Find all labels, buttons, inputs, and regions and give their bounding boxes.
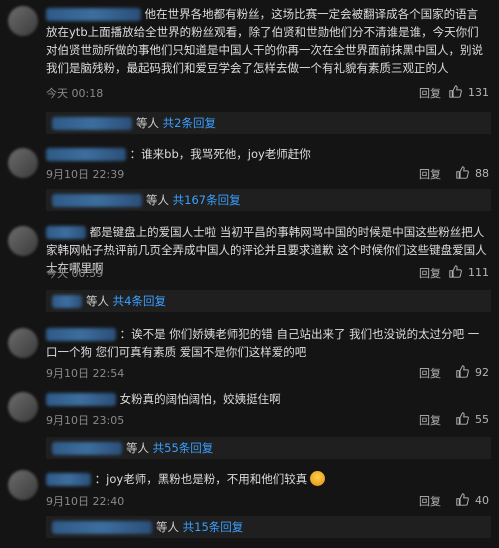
thumb-up-icon <box>456 365 469 378</box>
thumb-up-icon <box>449 85 462 98</box>
sub-reply-users <box>52 117 132 130</box>
like-button[interactable]: 88 <box>456 166 489 180</box>
sub-reply-users <box>52 521 152 534</box>
comment-meta: 今天 00:59 回复 111 <box>46 265 489 281</box>
like-count: 111 <box>468 266 489 279</box>
view-replies-link[interactable]: 共2条回复 <box>163 116 216 130</box>
comment-meta: 9月10日 22:40 回复 40 <box>46 493 489 509</box>
thumb-up-icon <box>456 493 469 506</box>
avatar[interactable] <box>8 392 38 422</box>
like-button[interactable]: 131 <box>449 85 489 99</box>
sub-reply-users <box>52 194 142 207</box>
avatar[interactable] <box>8 470 38 500</box>
thumb-up-icon <box>456 412 469 425</box>
comment-text: ：谁来bb，我骂死他，joy老师赶你 <box>129 147 311 161</box>
reply-button[interactable]: 回复 <box>419 412 441 428</box>
sub-reply-prefix: 等人 <box>146 193 169 207</box>
username[interactable] <box>46 473 91 486</box>
reply-button[interactable]: 回复 <box>419 493 441 509</box>
like-button[interactable]: 111 <box>449 265 489 279</box>
like-button[interactable]: 40 <box>456 493 489 507</box>
timestamp: 9月10日 22:40 <box>46 495 125 508</box>
username[interactable] <box>46 8 141 21</box>
username[interactable] <box>46 393 116 406</box>
sub-replies[interactable]: 等人 共15条回复 <box>46 516 491 538</box>
comment-meta: 9月10日 23:05 回复 55 <box>46 412 489 428</box>
reply-button[interactable]: 回复 <box>419 265 441 281</box>
comment-text: ：joy老师，黑粉也是粉，不用和他们较真 <box>94 472 308 486</box>
like-button[interactable]: 92 <box>456 365 489 379</box>
view-replies-link[interactable]: 共55条回复 <box>153 441 214 455</box>
username[interactable] <box>46 148 126 161</box>
thumb-up-icon <box>449 265 462 278</box>
timestamp: 今天 00:18 <box>46 87 104 100</box>
username[interactable] <box>46 328 116 341</box>
like-button[interactable]: 55 <box>456 412 489 426</box>
like-count: 88 <box>475 167 489 180</box>
sub-reply-prefix: 等人 <box>156 520 179 534</box>
thumb-up-icon <box>456 166 469 179</box>
sub-replies[interactable]: 等人 共4条回复 <box>46 290 491 312</box>
timestamp: 9月10日 22:39 <box>46 168 125 181</box>
comment-meta: 9月10日 22:54 回复 92 <box>46 365 489 381</box>
username[interactable] <box>46 226 86 239</box>
timestamp: 9月10日 23:05 <box>46 414 125 427</box>
comment-meta: 9月10日 22:39 回复 88 <box>46 166 489 182</box>
timestamp: 9月10日 22:54 <box>46 367 125 380</box>
like-count: 131 <box>468 86 489 99</box>
sub-reply-users <box>52 295 82 308</box>
sub-reply-prefix: 等人 <box>136 116 159 130</box>
reply-button[interactable]: 回复 <box>419 166 441 182</box>
sub-reply-prefix: 等人 <box>126 441 149 455</box>
grinning-face-emoji <box>310 471 326 486</box>
like-count: 40 <box>475 494 489 507</box>
sub-replies[interactable]: 等人 共167条回复 <box>46 189 491 211</box>
reply-button[interactable]: 回复 <box>419 365 441 381</box>
view-replies-link[interactable]: 共4条回复 <box>113 294 166 308</box>
comment-feed: 他在世界各地都有粉丝，这场比赛一定会被翻译成各个国家的语言放在ytb上面播放给全… <box>0 0 499 548</box>
reply-button[interactable]: 回复 <box>419 85 441 101</box>
view-replies-link[interactable]: 共167条回复 <box>173 193 241 207</box>
avatar[interactable] <box>8 328 38 358</box>
timestamp: 今天 00:59 <box>46 267 104 280</box>
like-count: 55 <box>475 413 489 426</box>
avatar[interactable] <box>8 226 38 256</box>
like-count: 92 <box>475 366 489 379</box>
avatar[interactable] <box>8 6 38 36</box>
comment-text: 女粉真的阔怕阔怕，姣姨挺住啊 <box>119 392 281 406</box>
avatar[interactable] <box>8 148 38 178</box>
sub-reply-users <box>52 442 122 455</box>
sub-replies[interactable]: 等人 共2条回复 <box>46 112 491 134</box>
sub-reply-prefix: 等人 <box>86 294 109 308</box>
view-replies-link[interactable]: 共15条回复 <box>183 520 244 534</box>
comment-meta: 今天 00:18 回复 131 <box>46 85 489 101</box>
sub-replies[interactable]: 等人 共55条回复 <box>46 437 491 459</box>
